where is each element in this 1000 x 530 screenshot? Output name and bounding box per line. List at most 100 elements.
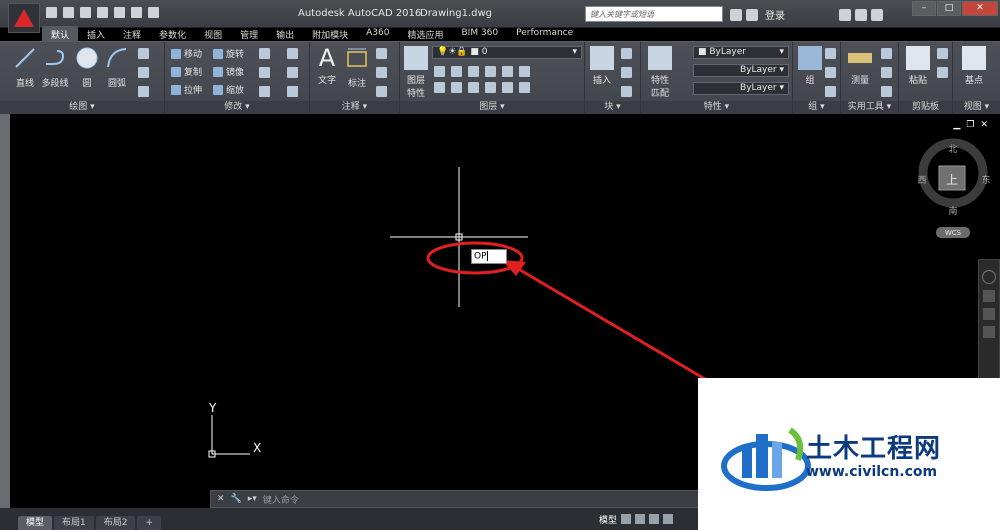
print-icon[interactable]: [114, 7, 125, 18]
quick-select-icon[interactable]: [881, 48, 892, 59]
ungroup-icon[interactable]: [825, 48, 836, 59]
hatch-icon[interactable]: [138, 67, 149, 78]
erase-icon[interactable]: [287, 48, 298, 59]
rotate-button[interactable]: 旋转: [213, 47, 244, 60]
viewcube-east[interactable]: 东: [981, 174, 990, 186]
tab-2[interactable]: 注释: [114, 26, 150, 42]
layer-dropdown[interactable]: 💡☀🔒 ■ 0 ▾: [432, 46, 582, 59]
model-space-toggle[interactable]: 模型: [599, 513, 617, 526]
trim-icon[interactable]: [259, 48, 270, 59]
offset-icon[interactable]: [287, 86, 298, 97]
save-icon[interactable]: [80, 7, 91, 18]
polar-icon[interactable]: [663, 514, 674, 524]
cut-icon[interactable]: [937, 48, 948, 59]
close-button[interactable]: ✕: [962, 1, 998, 16]
snap-icon[interactable]: [635, 514, 646, 524]
command-input[interactable]: 键入命令: [263, 493, 299, 506]
panel-title-layers[interactable]: 图层 ▾: [400, 101, 584, 114]
rectangle-icon[interactable]: [138, 48, 149, 59]
line-button[interactable]: 直线: [10, 46, 40, 89]
linetype-dropdown[interactable]: ByLayer ▾: [693, 64, 789, 77]
match-properties-button[interactable]: 特性 匹配: [645, 46, 675, 99]
layer-isolate-icon[interactable]: [451, 66, 462, 77]
viewcube-south[interactable]: 南: [948, 205, 957, 217]
pan-icon[interactable]: [983, 290, 995, 302]
new-icon[interactable]: [46, 7, 57, 18]
tab-1[interactable]: 插入: [78, 26, 114, 42]
layer-on-icon[interactable]: [434, 82, 445, 93]
layer-current-icon[interactable]: [502, 82, 513, 93]
edit-block-icon[interactable]: [621, 67, 632, 78]
layout-tab-3[interactable]: +: [137, 516, 162, 530]
panel-title-modify[interactable]: 修改 ▾: [165, 101, 309, 114]
layout-tab-1[interactable]: 布局1: [54, 516, 94, 530]
copy-button[interactable]: 复制: [171, 65, 202, 78]
base-view-button[interactable]: 基点: [959, 46, 989, 86]
move-button[interactable]: 移动: [171, 47, 202, 60]
application-menu-button[interactable]: [8, 3, 40, 33]
mirror-button[interactable]: 镜像: [213, 65, 244, 78]
tab-6[interactable]: 输出: [267, 26, 303, 42]
polyline-button[interactable]: 多段线: [40, 46, 70, 89]
linear-dim-icon[interactable]: [376, 48, 387, 59]
redo-icon[interactable]: [148, 7, 159, 18]
layer-match-icon[interactable]: [502, 66, 513, 77]
steering-wheel-icon[interactable]: [982, 270, 996, 284]
dimension-button[interactable]: 标注: [342, 46, 372, 89]
fillet-icon[interactable]: [259, 67, 270, 78]
tab-3[interactable]: 参数化: [150, 26, 195, 42]
group-edit-icon[interactable]: [825, 67, 836, 78]
zoom-extents-icon[interactable]: [983, 308, 995, 320]
arc-button[interactable]: 圆弧: [102, 46, 132, 89]
layer-unisolate-icon[interactable]: [451, 82, 462, 93]
search-input[interactable]: 键入关键字或短语: [585, 6, 723, 22]
point-icon[interactable]: [881, 67, 892, 78]
dynamic-input-field[interactable]: OP: [471, 249, 507, 264]
tab-8[interactable]: A360: [357, 26, 398, 42]
save-as-icon[interactable]: [97, 7, 108, 18]
login-button[interactable]: 登录: [765, 7, 785, 22]
group-button[interactable]: 组: [795, 46, 825, 86]
layout-tab-0[interactable]: 模型: [18, 516, 53, 530]
lineweight-dropdown[interactable]: ByLayer ▾: [693, 82, 789, 95]
minimize-button[interactable]: –: [912, 1, 936, 16]
panel-title-clipboard[interactable]: 剪贴板: [899, 101, 952, 114]
tab-10[interactable]: BIM 360: [452, 26, 507, 42]
array-icon[interactable]: [259, 86, 270, 97]
tab-9[interactable]: 精选应用: [398, 26, 452, 42]
ortho-icon[interactable]: [649, 514, 660, 524]
text-button[interactable]: A 文字: [312, 46, 342, 86]
leader-icon[interactable]: [376, 67, 387, 78]
layer-freeze-icon[interactable]: [468, 66, 479, 77]
explode-icon[interactable]: [287, 67, 298, 78]
attribute-icon[interactable]: [621, 86, 632, 97]
measure-button[interactable]: 测量: [845, 46, 875, 86]
panel-title-utilities[interactable]: 实用工具 ▾: [841, 101, 898, 114]
a360-icon[interactable]: [855, 8, 867, 21]
circle-button[interactable]: 圆: [72, 46, 102, 89]
undo-icon[interactable]: [131, 7, 142, 18]
layer-unlock-icon[interactable]: [485, 82, 496, 93]
tab-11[interactable]: Performance: [507, 26, 582, 42]
annotation-table-icon[interactable]: [376, 86, 387, 97]
open-icon[interactable]: [63, 7, 74, 18]
help-icon[interactable]: [871, 8, 883, 21]
tab-0[interactable]: 默认: [42, 26, 79, 42]
close-icon[interactable]: ✕: [217, 494, 225, 504]
layer-thaw-icon[interactable]: [468, 82, 479, 93]
tab-7[interactable]: 附加模块: [303, 26, 357, 42]
panel-title-block[interactable]: 块 ▾: [585, 101, 640, 114]
exchange-icon[interactable]: [839, 8, 851, 21]
paste-button[interactable]: 粘贴: [903, 46, 933, 86]
wrench-icon[interactable]: 🔧: [231, 494, 242, 504]
command-line[interactable]: ✕ 🔧 ▸▾ 键入命令: [210, 490, 700, 508]
panel-title-view[interactable]: 视图 ▾: [953, 101, 1000, 114]
layer-copy-icon[interactable]: [519, 82, 530, 93]
viewcube-north[interactable]: 北: [948, 144, 957, 155]
scale-button[interactable]: 缩放: [213, 83, 244, 96]
panel-title-draw[interactable]: 绘图 ▾: [0, 101, 164, 114]
panel-title-groups[interactable]: 组 ▾: [793, 101, 840, 114]
calculator-icon[interactable]: [881, 86, 892, 97]
panel-title-properties[interactable]: 特性 ▾: [641, 101, 792, 114]
orbit-icon[interactable]: [983, 326, 995, 338]
